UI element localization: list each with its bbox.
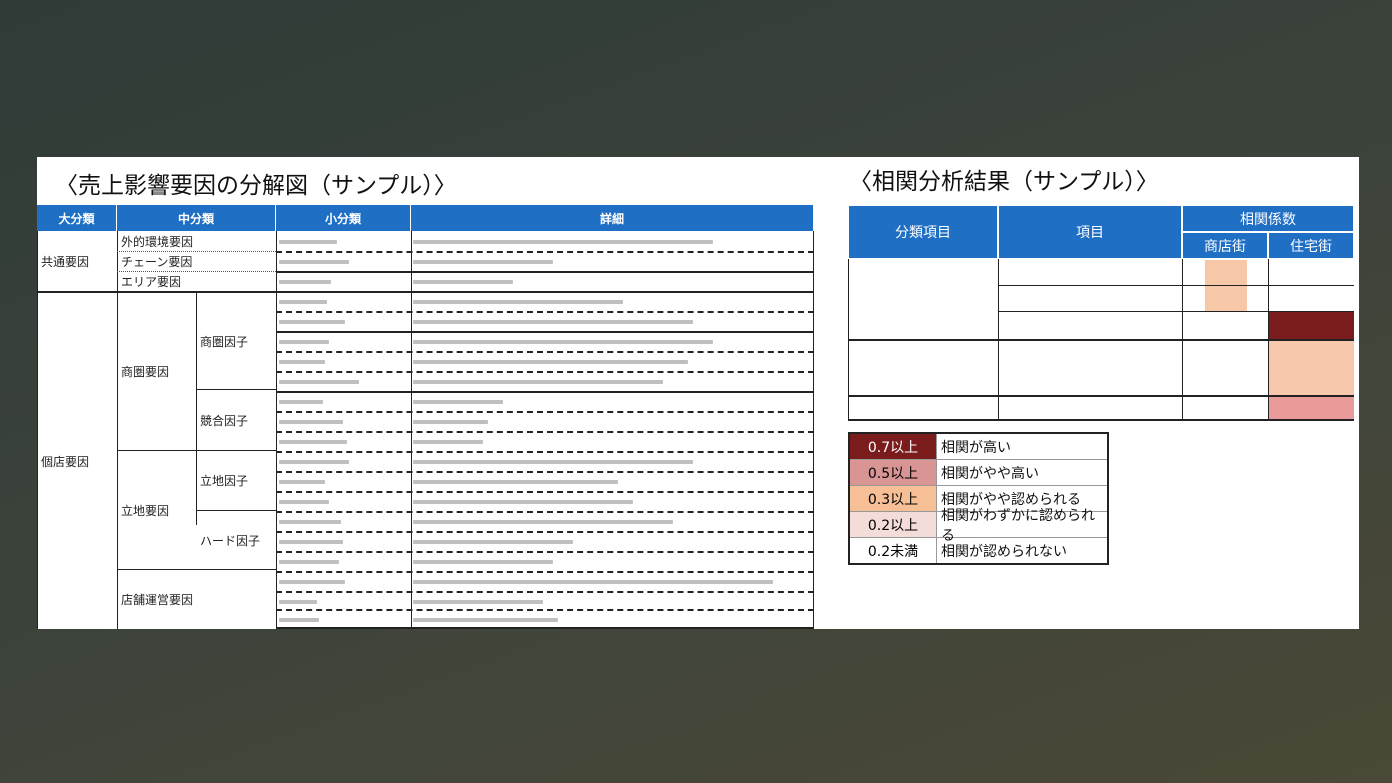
middle-area: エリア要因 [121,275,182,289]
factor-location: 立地因子 [200,474,249,488]
correlation-legend: 0.7以上 相関が高い 0.5以上 相関がやや高い 0.3以上 相関がやや認めら… [848,432,1109,565]
factor-hardware: ハード因子 [200,533,261,548]
header-shopping-street: 商店街 [1182,232,1268,259]
legend-label: 相関が高い [941,439,1011,456]
legend-range: 0.2未満 [850,538,937,563]
coef-cell [1269,341,1354,395]
legend-row: 0.7以上 相関が高い [850,434,1107,460]
correlation-title: 〈相関分析結果（サンプル）〉 [849,169,1159,195]
legend-label: 相関が認められない [941,543,1067,560]
header-major: 大分類 [37,205,117,231]
major-store: 個店要因 [41,454,90,469]
header-residential: 住宅街 [1268,232,1354,259]
major-common: 共通要因 [41,255,90,269]
header-category: 分類項目 [848,205,998,259]
legend-row: 0.2未満 相関が認められない [850,538,1107,563]
header-coefficient: 相関係数 [1182,205,1354,232]
middle-location: 立地要因 [121,503,170,518]
correlation-table: 分類項目 項目 相関係数 商店街 住宅街 [848,205,1354,421]
breakdown-table: 大分類 中分類 小分類 詳細 共通要因 個店要因 外的環境要因 チェーン要因 エ… [37,205,814,629]
coef-cell [1205,286,1247,311]
coef-cell [1269,312,1354,339]
legend-range: 0.7以上 [850,434,937,459]
header-detail: 詳細 [411,205,814,231]
legend-range: 0.2以上 [850,512,937,537]
coef-cell [1269,397,1354,419]
middle-external: 外的環境要因 [121,235,194,249]
slide: 〈売上影響要因の分解図（サンプル）〉 〈相関分析結果（サンプル）〉 大分類 中分… [37,157,1359,629]
header-middle: 中分類 [117,205,276,231]
coef-cell [1205,260,1247,285]
legend-label: 相関がやや高い [941,465,1039,482]
middle-trade-area: 商圏要因 [121,365,170,379]
legend-label: 相関がわずかに認められる [941,507,1095,544]
legend-range: 0.3以上 [850,486,937,511]
header-item: 項目 [998,205,1182,259]
legend-row: 0.2以上 相関がわずかに認められる [850,507,1107,544]
legend-range: 0.5以上 [850,460,937,485]
middle-operation: 店舗運営要因 [121,593,194,607]
factor-competition: 競合因子 [200,413,249,428]
legend-row: 0.5以上 相関がやや高い [850,460,1107,486]
breakdown-title: 〈売上影響要因の分解図（サンプル）〉 [55,173,457,199]
factor-trade-area: 商圏因子 [200,334,249,349]
middle-chain: チェーン要因 [121,255,193,269]
header-sub: 小分類 [276,205,411,231]
